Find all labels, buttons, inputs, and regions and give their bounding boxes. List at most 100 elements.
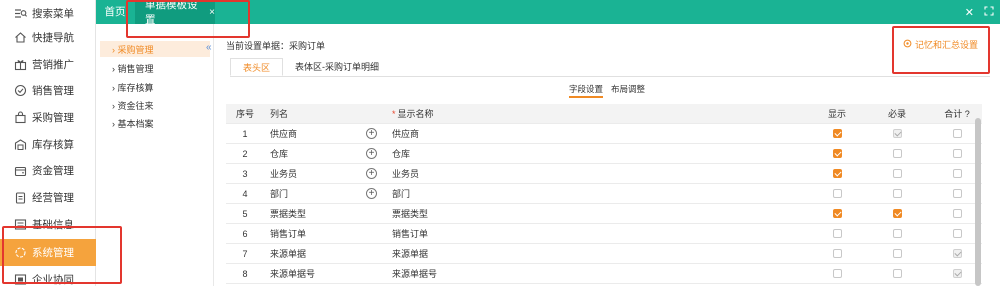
nav-item-label: 快捷导航 <box>32 32 74 44</box>
nav-item-operations[interactable]: 经营管理 <box>0 184 96 211</box>
nav-item-label: 采购管理 <box>32 112 74 124</box>
sum-checkbox[interactable] <box>952 269 962 279</box>
sum-checkbox-cell <box>942 204 972 224</box>
add-icon[interactable]: + <box>366 148 377 159</box>
nav-item-funds[interactable]: 资金管理 <box>0 157 96 184</box>
required-checkbox[interactable] <box>892 229 902 239</box>
sum-checkbox[interactable] <box>952 249 962 259</box>
wallet-icon <box>13 164 27 178</box>
table-body: 1 供应商 + 供应商 2 仓库 + 仓库 3 业务员 + 业务员 4 部门 + 部门 5 票据类型 票据类型 6 销售… <box>226 124 982 284</box>
show-checkbox-cell <box>822 244 852 264</box>
required-checkbox[interactable] <box>892 209 902 219</box>
required-checkbox[interactable] <box>892 149 902 159</box>
sum-checkbox[interactable] <box>952 189 962 199</box>
header-column-name: 列名 <box>270 109 289 119</box>
row-column-name: 票据类型 <box>270 209 307 219</box>
tab-header-area[interactable]: 表头区 <box>230 58 284 76</box>
show-checkbox[interactable] <box>832 209 842 219</box>
show-checkbox[interactable] <box>832 189 842 199</box>
row-display-name[interactable]: 供应商 <box>392 124 419 144</box>
sum-checkbox-cell <box>942 144 972 164</box>
nav-item-label: 搜索菜单 <box>32 8 74 20</box>
table-row: 5 票据类型 票据类型 <box>226 204 982 224</box>
show-checkbox[interactable] <box>832 169 842 179</box>
row-display-name[interactable]: 来源单据 <box>392 244 428 264</box>
table-row: 7 来源单据 来源单据 <box>226 244 982 264</box>
sum-checkbox-cell <box>942 224 972 244</box>
show-checkbox-cell <box>822 124 852 144</box>
row-no: 3 <box>242 169 248 179</box>
nav-item-purchase[interactable]: 采购管理 <box>0 104 96 131</box>
header-no: 序号 <box>235 109 254 119</box>
submenu-item-funds[interactable]: › 资金往来 <box>112 99 154 112</box>
sum-checkbox[interactable] <box>952 129 962 139</box>
add-icon[interactable]: + <box>366 128 377 139</box>
nav-item-marketing[interactable]: 营销推广 <box>0 51 96 78</box>
required-checkbox[interactable] <box>892 169 902 179</box>
submenu-label: 库存核算 <box>117 83 154 93</box>
main-panel: 当前设置单据：采购订单 记忆和汇总设置 表头区 表体区-采购订单明细 字段设置 … <box>214 24 1000 286</box>
nav-item-quick-nav[interactable]: 快捷导航 <box>0 24 96 51</box>
required-checkbox-cell <box>882 124 912 144</box>
nav-item-sales[interactable]: 销售管理 <box>0 77 96 104</box>
header-sum-label: 合计 <box>944 109 963 119</box>
home-icon <box>13 31 27 45</box>
header-sum: 合计 ? <box>942 104 972 124</box>
nav-item-search-menu[interactable]: 搜索菜单 <box>0 0 96 27</box>
sum-checkbox[interactable] <box>952 169 962 179</box>
required-checkbox[interactable] <box>892 249 902 259</box>
row-display-name[interactable]: 销售订单 <box>392 224 428 244</box>
tab-body-area[interactable]: 表体区-采购订单明细 <box>283 58 391 76</box>
submenu-label: 资金往来 <box>117 101 154 111</box>
header-show: 显示 <box>827 109 846 119</box>
table-row: 2 仓库 + 仓库 <box>226 144 982 164</box>
warehouse-icon <box>13 138 27 152</box>
subtab-layout[interactable]: 布局调整 <box>611 83 645 98</box>
row-display-name[interactable]: 票据类型 <box>392 204 428 224</box>
fullscreen-icon[interactable] <box>984 5 994 19</box>
required-checkbox[interactable] <box>892 129 902 139</box>
close-all-icon[interactable]: ✕ <box>965 6 974 19</box>
required-checkbox-cell <box>882 164 912 184</box>
show-checkbox[interactable] <box>832 249 842 259</box>
sum-checkbox[interactable] <box>952 229 962 239</box>
annotation-box-memo-link <box>892 26 990 74</box>
submenu-item-sales[interactable]: › 销售管理 <box>112 62 154 75</box>
settings-subtabs: 字段设置 布局调整 <box>569 83 645 98</box>
table-row: 4 部门 + 部门 <box>226 184 982 204</box>
show-checkbox-cell <box>822 184 852 204</box>
table-row: 1 供应商 + 供应商 <box>226 124 982 144</box>
row-display-name[interactable]: 部门 <box>392 184 410 204</box>
add-icon[interactable]: + <box>366 168 377 179</box>
submenu-item-purchase[interactable]: › 采购管理 <box>112 43 154 56</box>
show-checkbox[interactable] <box>832 149 842 159</box>
add-icon[interactable]: + <box>366 188 377 199</box>
row-column-name: 来源单据 <box>270 249 307 259</box>
show-checkbox-cell <box>822 144 852 164</box>
row-display-name[interactable]: 来源单据号 <box>392 264 437 284</box>
submenu-item-archive[interactable]: › 基本档案 <box>112 117 154 130</box>
sum-checkbox[interactable] <box>952 209 962 219</box>
row-display-name[interactable]: 仓库 <box>392 144 410 164</box>
badge-icon <box>13 84 27 98</box>
show-checkbox[interactable] <box>832 229 842 239</box>
show-checkbox[interactable] <box>832 129 842 139</box>
help-icon[interactable]: ? <box>965 109 970 119</box>
gift-icon <box>13 58 27 72</box>
show-checkbox[interactable] <box>832 269 842 279</box>
submenu-label: 基本档案 <box>117 119 154 129</box>
required-checkbox[interactable] <box>892 189 902 199</box>
search-menu-icon <box>13 7 27 21</box>
required-checkbox[interactable] <box>892 269 902 279</box>
collapse-menu-icon[interactable]: « <box>206 42 212 53</box>
nav-item-inventory[interactable]: 库存核算 <box>0 131 96 158</box>
table-row: 8 来源单据号 来源单据号 <box>226 264 982 284</box>
subtab-field-settings[interactable]: 字段设置 <box>569 83 604 98</box>
table-header-row: 序号 列名 * 显示名称 显示 必录 合计 ? <box>226 104 982 124</box>
show-checkbox-cell <box>822 164 852 184</box>
sum-checkbox[interactable] <box>952 149 962 159</box>
submenu-item-inventory[interactable]: › 库存核算 <box>112 81 154 94</box>
header-display-label: 显示名称 <box>397 109 434 119</box>
row-display-name[interactable]: 业务员 <box>392 164 419 184</box>
table-scrollbar[interactable] <box>975 118 981 286</box>
